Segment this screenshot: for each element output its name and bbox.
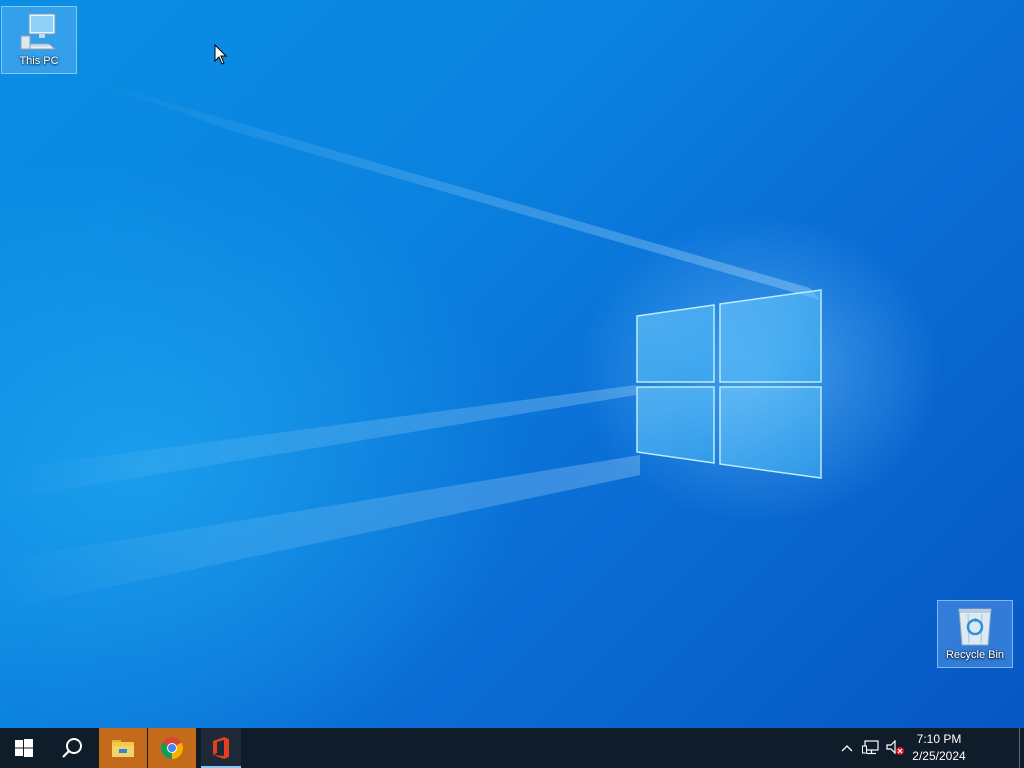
search-icon	[62, 738, 82, 758]
search-button[interactable]	[48, 728, 96, 768]
taskbar: 7:10 PM 2/25/2024	[0, 728, 1024, 768]
taskbar-app-file-explorer[interactable]	[99, 728, 147, 768]
show-desktop-button[interactable]	[1019, 728, 1024, 768]
folder-icon	[112, 740, 134, 757]
mouse-cursor-icon	[214, 44, 228, 65]
wallpaper-light-beams	[0, 80, 820, 610]
taskbar-clock[interactable]: 7:10 PM 2/25/2024	[905, 728, 973, 768]
windows-logo-wallpaper	[636, 289, 822, 479]
desktop[interactable]: This PC Recycle Bin	[0, 0, 1024, 728]
this-pc-label: This PC	[19, 55, 59, 67]
network-button[interactable]	[860, 728, 882, 768]
office-icon	[213, 737, 229, 759]
chrome-icon	[161, 737, 183, 759]
this-pc-icon-tile[interactable]: This PC	[1, 6, 77, 74]
clock-date: 2/25/2024	[912, 749, 966, 763]
network-icon	[862, 740, 879, 755]
recycle-bin-icon	[958, 608, 992, 646]
chevron-up-icon	[841, 745, 853, 752]
show-hidden-icons-button[interactable]	[838, 728, 856, 768]
taskbar-app-microsoft-office[interactable]	[201, 728, 241, 768]
recycle-bin-icon-tile[interactable]: Recycle Bin	[937, 600, 1013, 668]
volume-button[interactable]	[884, 728, 906, 768]
volume-muted-icon	[886, 740, 904, 755]
computer-icon	[20, 13, 57, 50]
recycle-bin-label: Recycle Bin	[945, 649, 1005, 661]
start-button[interactable]	[0, 728, 48, 768]
clock-time: 7:10 PM	[916, 732, 962, 746]
windows-start-icon	[15, 739, 33, 757]
taskbar-app-google-chrome[interactable]	[148, 728, 196, 768]
